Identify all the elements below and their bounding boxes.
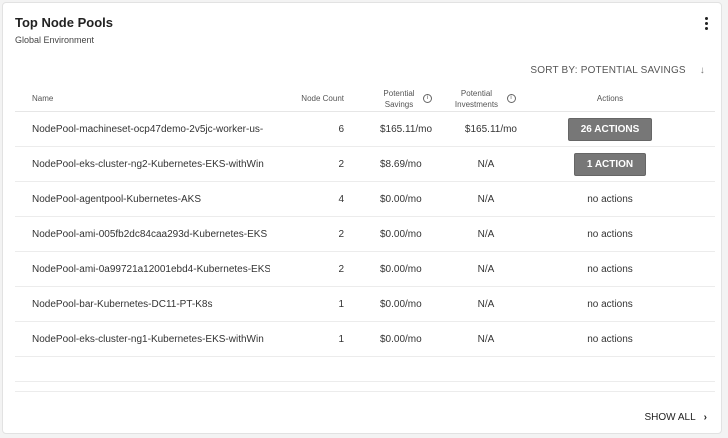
node-count: 2 (338, 158, 344, 170)
actions-cell: 1 ACTION (560, 147, 660, 181)
col-savings: Potential Savings i (370, 85, 440, 112)
table-row[interactable]: NodePool-eks-cluster-ng2-Kubernetes-EKS-… (15, 147, 715, 182)
col-name: Name (32, 94, 54, 103)
potential-investments: N/A (477, 228, 495, 240)
potential-investments: N/A (477, 158, 495, 170)
table-row[interactable]: NodePool-bar-Kubernetes-DC11-PT-K8s 1 $0… (15, 287, 715, 322)
col-node-count: Node Count (301, 94, 344, 103)
show-all-label: SHOW ALL (644, 412, 696, 423)
actions-cell: no actions (560, 252, 660, 286)
node-pool-name[interactable]: NodePool-machineset-ocp47demo-2v5jc-work… (32, 112, 270, 146)
empty-row (15, 382, 715, 392)
col-investments: Potential Investments i (445, 85, 520, 112)
info-icon[interactable]: i (506, 94, 516, 103)
potential-investments: N/A (477, 263, 495, 275)
node-pool-name[interactable]: NodePool-bar-Kubernetes-DC11-PT-K8s (32, 287, 270, 321)
sort-control[interactable]: SORT BY: POTENTIAL SAVINGS ↓ (530, 65, 705, 76)
table-row[interactable]: NodePool-machineset-ocp47demo-2v5jc-work… (15, 112, 715, 147)
table-row[interactable]: NodePool-ami-0a99721a12001ebd4-Kubernete… (15, 252, 715, 287)
potential-investments: N/A (477, 298, 495, 310)
node-pools-table: Name Node Count Potential Savings i Poten… (15, 85, 715, 392)
table-row[interactable]: NodePool-agentpool-Kubernetes-AKS 4 $0.0… (15, 182, 715, 217)
table-header: Name Node Count Potential Savings i Poten… (15, 85, 715, 112)
table-row[interactable]: NodePool-eks-cluster-ng1-Kubernetes-EKS-… (15, 322, 715, 357)
no-actions-text: no actions (587, 193, 633, 205)
potential-investments: N/A (477, 333, 495, 345)
node-pool-name[interactable]: NodePool-agentpool-Kubernetes-AKS (32, 182, 270, 216)
top-node-pools-card: Top Node Pools Global Environment SORT B… (2, 2, 722, 434)
no-actions-text: no actions (587, 333, 633, 345)
sort-arrow-icon: ↓ (699, 65, 705, 76)
no-actions-text: no actions (587, 263, 633, 275)
actions-cell: no actions (560, 322, 660, 356)
actions-button[interactable]: 26 ACTIONS (567, 117, 653, 141)
potential-savings: $0.00/mo (380, 298, 422, 310)
potential-savings: $8.69/mo (380, 158, 422, 170)
node-count: 4 (338, 193, 344, 205)
actions-cell: no actions (560, 287, 660, 321)
no-actions-text: no actions (587, 228, 633, 240)
info-icon[interactable]: i (423, 94, 432, 103)
node-count: 2 (338, 263, 344, 275)
node-pool-name[interactable]: NodePool-ami-0a99721a12001ebd4-Kubernete… (32, 252, 270, 286)
card-subtitle: Global Environment (15, 35, 95, 45)
potential-savings: $0.00/mo (380, 193, 422, 205)
card-title: Top Node Pools (15, 15, 113, 30)
col-savings-label: Potential Savings (383, 88, 415, 109)
node-pool-name[interactable]: NodePool-eks-cluster-ng1-Kubernetes-EKS-… (32, 322, 270, 356)
more-options-icon[interactable] (703, 17, 709, 32)
node-count: 2 (338, 228, 344, 240)
potential-savings: $0.00/mo (380, 228, 422, 240)
actions-cell: 26 ACTIONS (560, 112, 660, 146)
potential-savings: $0.00/mo (380, 333, 422, 345)
potential-investments: $165.11/mo (464, 123, 517, 135)
actions-button[interactable]: 1 ACTION (573, 152, 647, 176)
potential-savings: $0.00/mo (380, 263, 422, 275)
actions-cell: no actions (560, 217, 660, 251)
potential-investments: N/A (477, 193, 495, 205)
table-row[interactable]: NodePool-ami-005fb2dc84caa293d-Kubernete… (15, 217, 715, 252)
sort-label: SORT BY: POTENTIAL SAVINGS (530, 65, 686, 76)
node-count: 6 (338, 123, 344, 135)
chevron-right-icon: › (703, 412, 707, 423)
node-count: 1 (338, 298, 344, 310)
col-actions: Actions (596, 94, 624, 103)
node-pool-name[interactable]: NodePool-ami-005fb2dc84caa293d-Kubernete… (32, 217, 270, 251)
potential-savings: $165.11/mo (380, 123, 433, 135)
node-pool-name[interactable]: NodePool-eks-cluster-ng2-Kubernetes-EKS-… (32, 147, 270, 181)
actions-cell: no actions (560, 182, 660, 216)
no-actions-text: no actions (587, 298, 633, 310)
col-investments-label: Potential Investments (454, 88, 499, 109)
empty-row (15, 357, 715, 382)
show-all-link[interactable]: SHOW ALL › (645, 412, 707, 423)
node-count: 1 (338, 333, 344, 345)
